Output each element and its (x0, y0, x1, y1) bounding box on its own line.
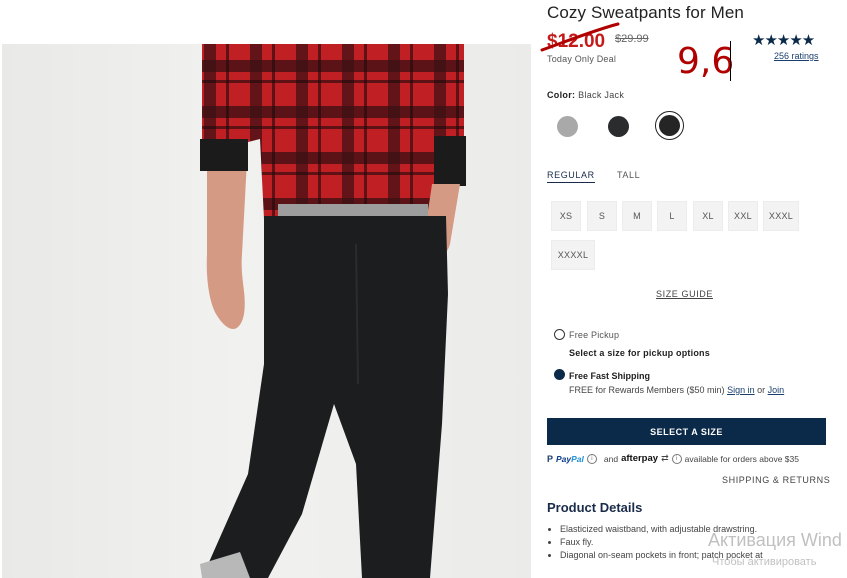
fast-shipping-label[interactable]: Free Fast Shipping (569, 371, 650, 381)
rewards-text: FREE for Rewards Members ($50 min) (569, 385, 725, 395)
size-guide-link[interactable]: SIZE GUIDE (656, 289, 713, 299)
product-title: Cozy Sweatpants for Men (547, 3, 744, 22)
color-swatch-charcoal[interactable] (608, 116, 629, 137)
color-swatch-black-jack[interactable] (659, 115, 680, 136)
select-size-button[interactable]: SELECT A SIZE (547, 418, 826, 445)
pickup-radio[interactable] (554, 329, 565, 340)
deal-label: Today Only Deal (547, 54, 617, 64)
payment-options: P PayPal i and afterpay ⇄ i available fo… (547, 453, 799, 464)
activation-watermark-sub: Чтобы активировать (712, 556, 817, 568)
ratings-link[interactable]: 256 ratings (774, 51, 819, 61)
paypal-pal: Pal (571, 453, 584, 464)
color-label-prefix: Color: (547, 90, 576, 100)
afterpay-info-icon[interactable]: i (671, 453, 682, 464)
size-l-button[interactable]: L (657, 201, 687, 231)
size-xl-button[interactable]: XL (693, 201, 723, 231)
activation-watermark: Активация Wind (708, 530, 842, 550)
size-s-button[interactable]: S (587, 201, 617, 231)
tab-regular[interactable]: REGULAR (547, 170, 595, 183)
fast-shipping-radio[interactable] (554, 369, 565, 380)
size-xxl-button[interactable]: XXL (728, 201, 758, 231)
color-swatch-gray[interactable] (557, 116, 578, 137)
join-link[interactable]: Join (768, 385, 785, 395)
color-selected-name: Black Jack (578, 90, 625, 100)
text-cursor (730, 41, 731, 81)
pickup-label[interactable]: Free Pickup (569, 330, 619, 340)
color-label: Color: Black Jack (547, 90, 624, 100)
product-image[interactable] (2, 44, 531, 578)
fast-shipping-subtext: FREE for Rewards Members ($50 min) Sign … (569, 385, 784, 395)
handwritten-strike-mark (540, 22, 620, 52)
and-text: and (603, 453, 619, 464)
size-xxxxl-button[interactable]: XXXXL (551, 240, 595, 270)
paypal-info-icon[interactable]: i (586, 453, 597, 464)
rating-stars[interactable]: ★★★★★ (752, 31, 815, 49)
tab-tall[interactable]: TALL (617, 170, 640, 180)
size-xxxl-button[interactable]: XXXL (763, 201, 799, 231)
availability-text: available for orders above $35 (684, 453, 799, 464)
paypal-pay: Pay (556, 453, 572, 464)
pickup-subtext: Select a size for pickup options (569, 348, 710, 358)
size-m-button[interactable]: M (622, 201, 652, 231)
size-xs-button[interactable]: XS (551, 201, 581, 231)
afterpay-wordmark: afterpay (621, 453, 659, 464)
original-price: $29.99 (615, 33, 649, 45)
paypal-wordmark: PayPal (556, 454, 584, 464)
annotation-number: 9,6 (677, 41, 735, 82)
shipping-returns-link[interactable]: SHIPPING & RETURNS (722, 475, 830, 485)
sign-in-link[interactable]: Sign in (727, 385, 755, 395)
paypal-logo-icon: P (547, 453, 554, 464)
or-text: or (757, 385, 766, 395)
product-details-heading[interactable]: Product Details (547, 500, 642, 515)
afterpay-logo-icon: ⇄ (661, 453, 669, 463)
product-photo-illustration (200, 44, 466, 578)
